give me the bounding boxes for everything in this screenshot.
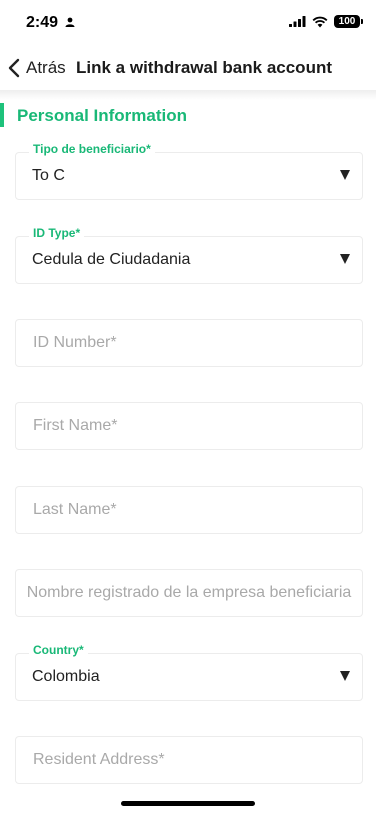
id-type-label: ID Type*: [29, 226, 85, 240]
first-name-input[interactable]: First Name*: [15, 402, 363, 450]
dropdown-arrow-icon: [340, 671, 350, 681]
company-name-placeholder: Nombre registrado de la empresa benefici…: [26, 584, 352, 601]
chevron-left-icon: [8, 58, 20, 78]
country-select[interactable]: Country* Colombia: [15, 643, 363, 701]
cellular-signal-icon: [289, 16, 306, 27]
navigation-bar: Atrás Link a withdrawal bank account: [0, 46, 376, 90]
country-label: Country*: [29, 643, 88, 657]
dropdown-arrow-icon: [340, 170, 350, 180]
id-number-placeholder: ID Number*: [33, 334, 117, 351]
resident-address-placeholder: Resident Address*: [33, 751, 165, 768]
last-name-placeholder: Last Name*: [33, 501, 117, 518]
wifi-icon: [312, 16, 328, 27]
battery-level: 100: [338, 16, 356, 27]
resident-address-input[interactable]: Resident Address*: [15, 736, 363, 784]
country-value: Colombia: [32, 668, 100, 685]
last-name-input[interactable]: Last Name*: [15, 486, 363, 534]
company-name-input[interactable]: Nombre registrado de la empresa benefici…: [15, 569, 363, 617]
battery-icon: 100: [334, 15, 363, 28]
home-indicator[interactable]: [121, 801, 255, 806]
status-time: 2:49: [26, 14, 59, 31]
dropdown-arrow-icon: [340, 254, 350, 264]
beneficiary-type-label: Tipo de beneficiario*: [29, 142, 155, 156]
id-number-input[interactable]: ID Number*: [15, 319, 363, 367]
beneficiary-type-value: To C: [32, 167, 65, 184]
id-type-value: Cedula de Ciudadania: [32, 251, 191, 268]
first-name-placeholder: First Name*: [33, 417, 118, 434]
status-indicators: 100: [289, 15, 363, 28]
back-label: Atrás: [26, 58, 66, 77]
section-accent-bar: [0, 103, 4, 127]
section-title: Personal Information: [17, 106, 188, 125]
page-title: Link a withdrawal bank account: [76, 58, 332, 77]
person-icon: [65, 17, 75, 27]
status-bar: 2:49 100: [0, 0, 376, 46]
back-button[interactable]: Atrás: [8, 54, 66, 82]
id-type-select[interactable]: ID Type* Cedula de Ciudadania: [15, 226, 363, 284]
nav-divider: [0, 90, 376, 100]
beneficiary-type-select[interactable]: Tipo de beneficiario* To C: [15, 142, 363, 200]
